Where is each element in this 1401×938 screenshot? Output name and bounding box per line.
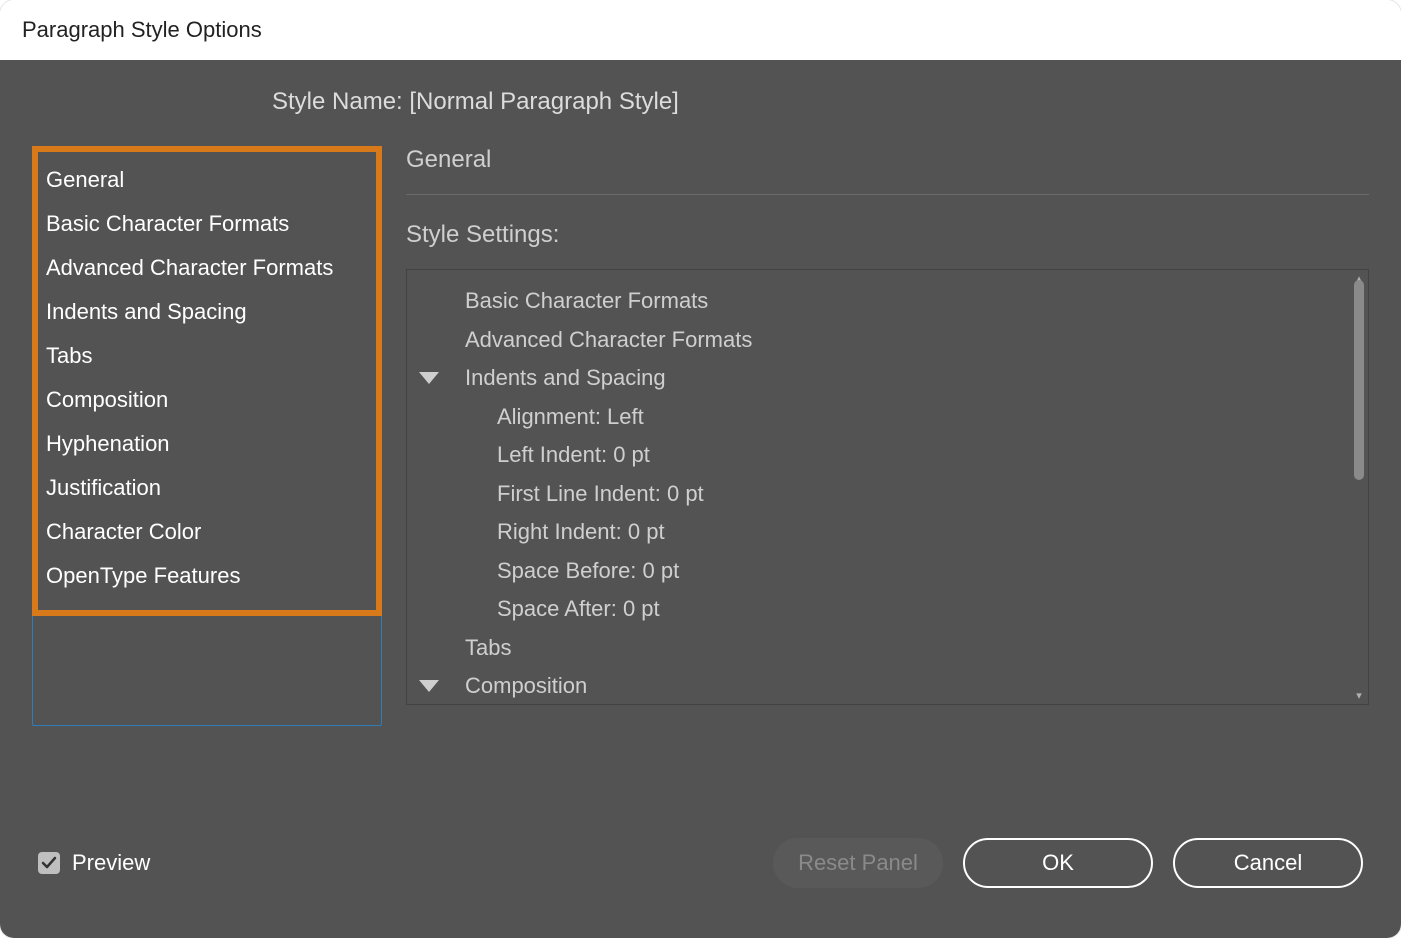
section-title: General (406, 146, 1369, 195)
tree-child-alignment: Alignment: Left (445, 398, 1328, 437)
style-name-value: [Normal Paragraph Style] (409, 88, 678, 115)
dialog-footer: Preview Reset Panel OK Cancel (32, 802, 1369, 938)
tree-child-right-indent: Right Indent: 0 pt (445, 513, 1328, 552)
dialog-window: Paragraph Style Options Style Name: [Nor… (0, 0, 1401, 938)
tree-label: Basic Character Formats (445, 282, 708, 321)
chevron-down-icon[interactable] (419, 372, 439, 384)
sidebar-item-basic-character-formats[interactable]: Basic Character Formats (42, 202, 372, 246)
tree-child-left-indent: Left Indent: 0 pt (445, 436, 1328, 475)
sidebar-item-advanced-character-formats[interactable]: Advanced Character Formats (42, 246, 372, 290)
style-settings-box: Basic Character Formats Advanced Charact… (406, 269, 1369, 705)
tree-item-tabs[interactable]: Tabs (445, 629, 1328, 668)
sidebar-item-general[interactable]: General (42, 158, 372, 202)
style-name-row: Style Name: [Normal Paragraph Style] (272, 88, 1369, 116)
tree-label: Advanced Character Formats (445, 321, 752, 360)
sidebar-container: General Basic Character Formats Advanced… (32, 146, 382, 802)
window-title: Paragraph Style Options (22, 17, 262, 43)
style-settings-tree: Basic Character Formats Advanced Charact… (407, 270, 1348, 705)
sidebar-item-composition[interactable]: Composition (42, 378, 372, 422)
dialog-body: Style Name: [Normal Paragraph Style] Gen… (0, 60, 1401, 938)
sidebar-item-opentype-features[interactable]: OpenType Features (42, 554, 372, 598)
chevron-down-icon[interactable] (419, 680, 439, 692)
tree-label: Tabs (445, 629, 511, 668)
preview-label: Preview (72, 850, 150, 876)
tree-item-composition[interactable]: Composition (445, 667, 1328, 705)
tree-child-space-after: Space After: 0 pt (445, 590, 1328, 629)
scrollbar[interactable]: ▴ ▾ (1352, 276, 1366, 698)
reset-panel-button: Reset Panel (773, 838, 943, 888)
cancel-button[interactable]: Cancel (1173, 838, 1363, 888)
checkbox-icon (38, 852, 60, 874)
category-list: General Basic Character Formats Advanced… (42, 158, 372, 598)
tree-item-basic-character-formats[interactable]: Basic Character Formats (445, 282, 1328, 321)
main-panel: General Style Settings: Basic Character … (406, 146, 1369, 802)
content-row: General Basic Character Formats Advanced… (32, 146, 1369, 802)
sidebar-item-indents-and-spacing[interactable]: Indents and Spacing (42, 290, 372, 334)
ok-button[interactable]: OK (963, 838, 1153, 888)
sidebar-item-tabs[interactable]: Tabs (42, 334, 372, 378)
tree-item-advanced-character-formats[interactable]: Advanced Character Formats (445, 321, 1328, 360)
style-settings-label: Style Settings: (406, 221, 1369, 249)
sidebar-item-character-color[interactable]: Character Color (42, 510, 372, 554)
preview-checkbox[interactable]: Preview (38, 850, 150, 876)
tree-child-first-line-indent: First Line Indent: 0 pt (445, 475, 1328, 514)
titlebar: Paragraph Style Options (0, 0, 1401, 60)
tree-child-space-before: Space Before: 0 pt (445, 552, 1328, 591)
footer-buttons: Reset Panel OK Cancel (773, 838, 1363, 888)
style-name-label: Style Name: (272, 88, 403, 115)
scroll-thumb[interactable] (1354, 280, 1364, 480)
tree-label: Composition (445, 667, 587, 705)
tree-label: Indents and Spacing (445, 359, 666, 398)
scroll-down-icon[interactable]: ▾ (1352, 689, 1366, 702)
sidebar-item-hyphenation[interactable]: Hyphenation (42, 422, 372, 466)
tree-item-indents-and-spacing[interactable]: Indents and Spacing (445, 359, 1328, 398)
sidebar-item-justification[interactable]: Justification (42, 466, 372, 510)
